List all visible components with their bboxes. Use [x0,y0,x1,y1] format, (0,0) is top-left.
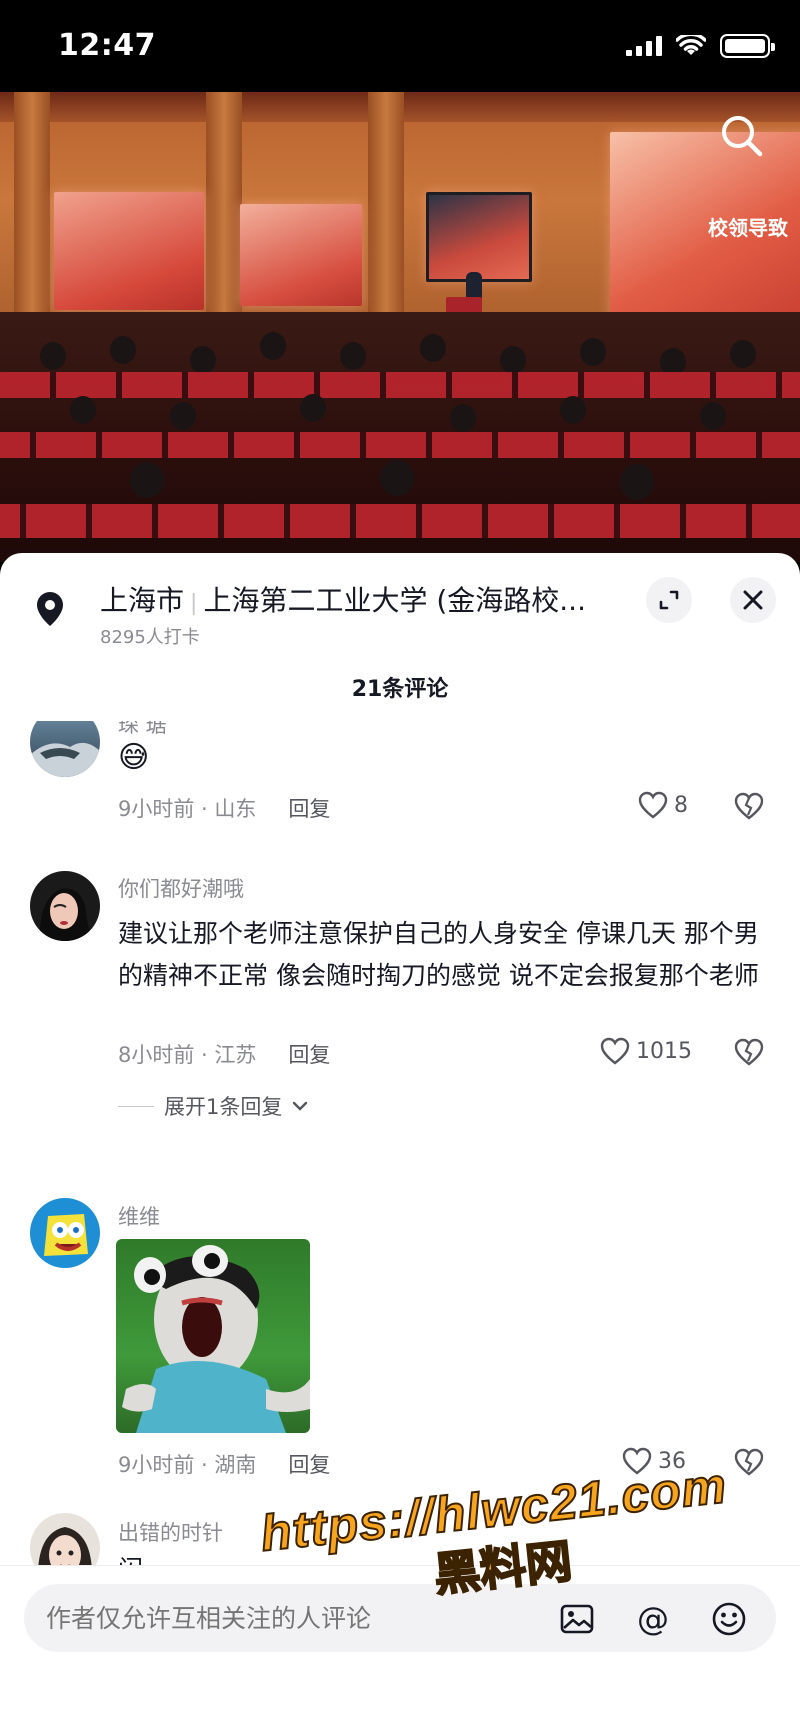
mention-button[interactable]: @ [634,1600,672,1638]
dislike-icon[interactable] [734,1037,764,1067]
comment-meta: 8小时前 · 江苏 回复 [118,1039,330,1069]
location-pin-icon [37,592,63,626]
heart-icon [600,1037,630,1065]
image-icon [560,1604,594,1634]
comment-time-location: 8小时前 · 江苏 [118,1043,257,1067]
at-icon: @ [637,1600,669,1638]
comment-input-bar: @ [0,1565,800,1731]
stage-screen-center [426,192,532,282]
battery-icon [720,34,775,58]
avatar[interactable] [30,1198,100,1268]
dislike-icon[interactable] [734,1447,764,1477]
comment-username[interactable]: 你们都好潮哦 [118,873,244,903]
heart-icon [622,1447,652,1475]
stage-screen-left [54,192,204,310]
comment-sticker-image[interactable] [116,1239,310,1433]
like-button[interactable]: 36 [622,1447,686,1475]
expand-replies-button[interactable]: 展开1条回复 [118,1091,308,1121]
expand-replies-label: 展开1条回复 [164,1095,283,1119]
reply-button[interactable]: 回复 [288,797,330,821]
status-icons [626,34,775,58]
comment-time-location: 9小时前 · 湖南 [118,1453,257,1477]
comment-list[interactable]: 琛 琚 😅 9小时前 · 山东 回复 8 你们都好潮哦 建议让那个老师注意保护自己… [0,721,800,1565]
emoji-button[interactable] [710,1600,748,1638]
comment-count-title: 21条评论 [351,677,449,702]
like-button[interactable]: 1015 [600,1037,692,1065]
avatar[interactable] [30,871,100,941]
location-city: 上海市 [100,584,185,617]
expand-button[interactable] [646,577,692,623]
audience-seats [0,312,800,562]
comment-text: 建议让那个老师注意保护自己的人身安全 停课几天 那个男的精神不正常 像会随时掏刀… [118,919,759,990]
reply-button[interactable]: 回复 [288,1043,330,1067]
comment-username[interactable]: 维维 [118,1201,160,1231]
cellular-signal-icon [626,36,662,56]
like-count: 36 [658,1448,686,1474]
location-title: 上海市 | 上海第二工业大学 (金海路校... [100,584,586,617]
stage-screen-text: 校领导致 [708,216,788,240]
heart-icon [638,791,668,819]
status-time: 12:47 [58,28,156,63]
like-count: 1015 [636,1038,692,1064]
status-bar: 12:47 [0,0,800,92]
comment-input-pill[interactable]: @ [24,1584,776,1652]
video-player[interactable]: 校领导致 [0,92,800,562]
comment-username[interactable]: 出错的时针 [118,1517,223,1547]
emoji-icon [712,1602,746,1636]
wifi-icon [676,35,706,55]
comment-time-location: 9小时前 · 山东 [118,797,257,821]
comment-sheet: 上海市 | 上海第二工业大学 (金海路校... 8295人打卡 21条评论 琛 琚 … [0,553,800,1731]
chevron-down-icon [293,1101,308,1111]
comment-text: 闪 [118,1549,768,1565]
comment-meta: 9小时前 · 山东 回复 [118,793,330,823]
comment-text: 😅 [118,740,150,775]
avatar[interactable] [30,1513,100,1565]
close-button[interactable] [730,577,776,623]
search-icon[interactable] [718,112,766,160]
stage-screen-left-2 [240,204,362,306]
like-button[interactable]: 8 [638,791,688,819]
like-count: 8 [674,792,688,818]
image-picker-button[interactable] [558,1600,596,1638]
close-icon [743,590,763,610]
dislike-icon[interactable] [734,791,764,821]
reply-button[interactable]: 回复 [288,1453,330,1477]
location-checkins: 8295人打卡 [100,627,200,648]
location-place: 上海第二工业大学 (金海路校... [203,584,586,617]
comment-meta: 9小时前 · 湖南 回复 [118,1449,330,1479]
expand-icon [659,590,679,610]
avatar[interactable] [30,721,100,777]
location-bar[interactable]: 上海市 | 上海第二工业大学 (金海路校... 8295人打卡 [0,553,800,653]
comment-input[interactable] [46,1604,466,1633]
